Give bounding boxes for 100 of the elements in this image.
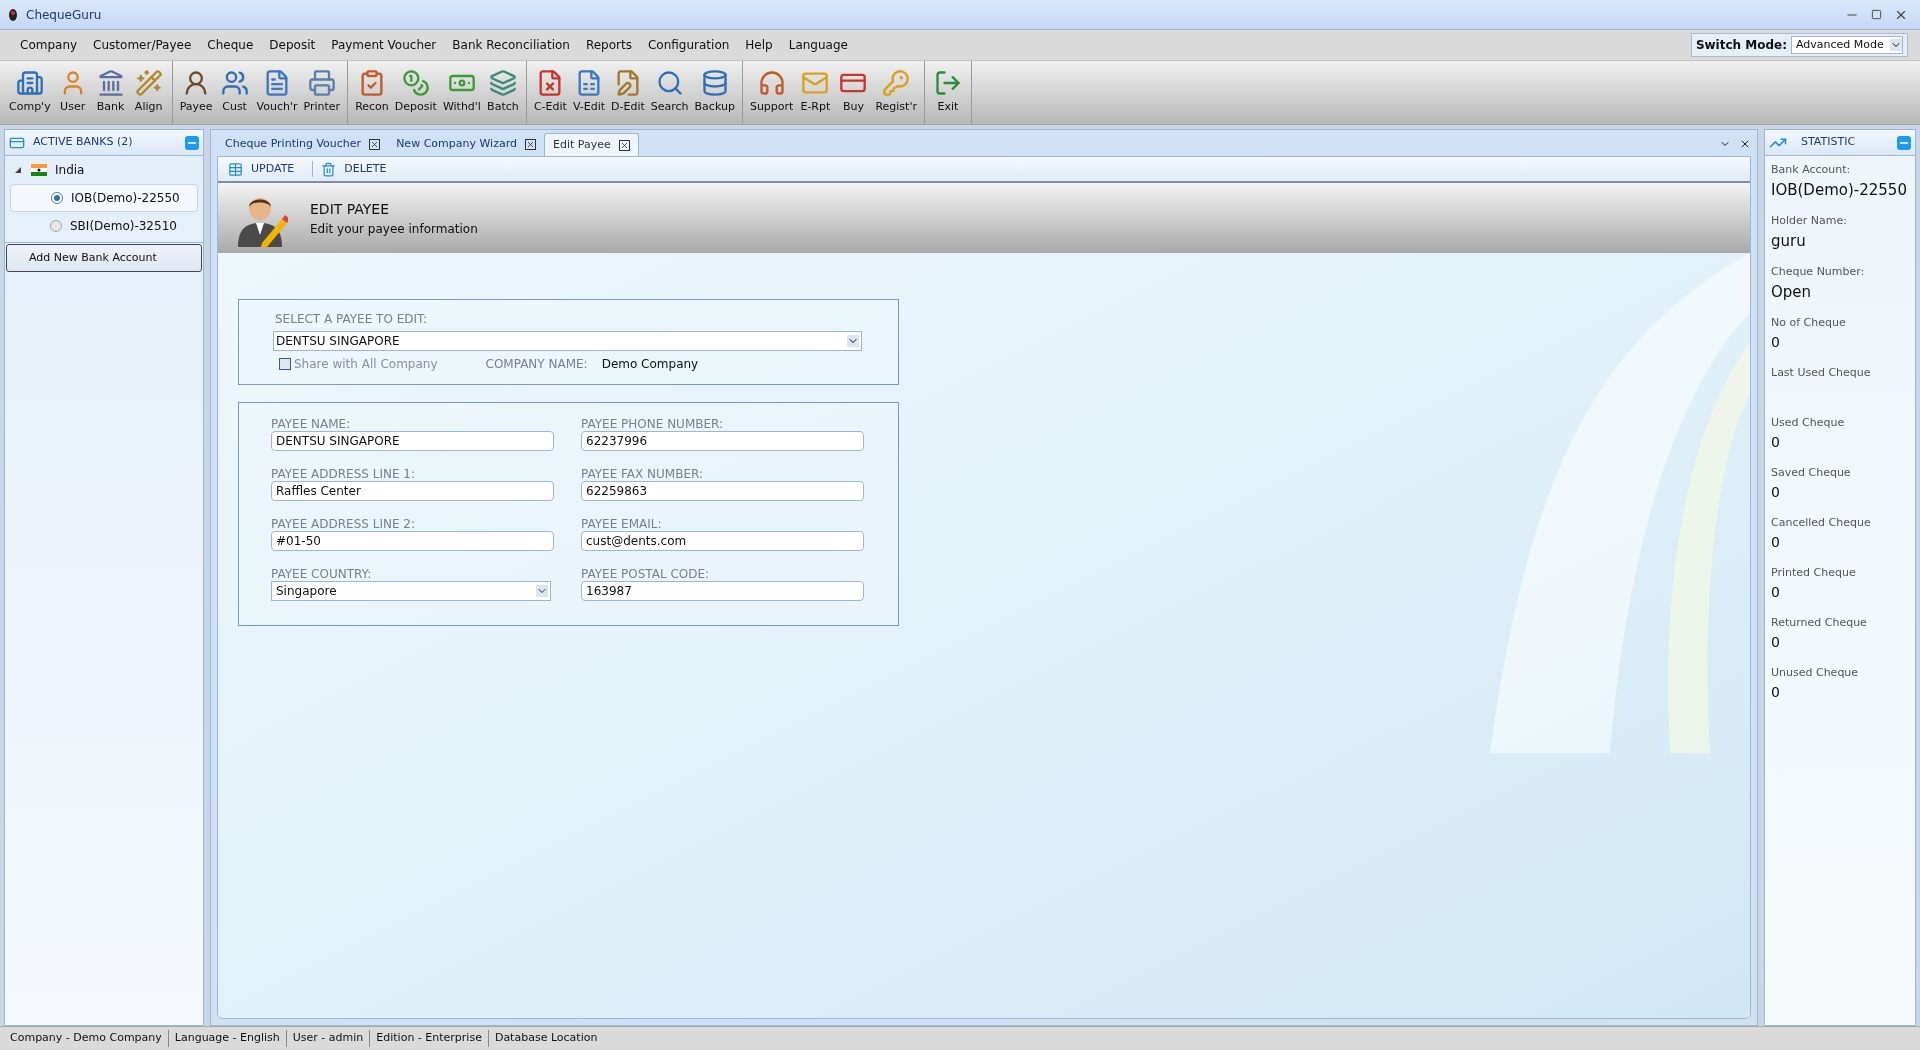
menu-item[interactable]: Help [737, 30, 781, 60]
field-label: PAYEE EMAIL: [581, 516, 663, 531]
status-item: Company - Demo Company [4, 1030, 169, 1047]
input-field[interactable]: DENTSU SINGAPORE [271, 431, 554, 451]
bank-account-item[interactable]: SBI(Demo)-32510 [10, 212, 198, 240]
toolbar-button[interactable]: Exit [928, 61, 967, 124]
field-label: PAYEE ADDRESS LINE 1: [271, 466, 416, 481]
field-label: PAYEE PHONE NUMBER: [581, 416, 725, 431]
switch-mode-label: Switch Mode: [1695, 37, 1787, 54]
stat-label: Holder Name: [1771, 213, 1848, 229]
field-label: PAYEE POSTAL CODE: [581, 566, 711, 581]
close-tab-icon[interactable] [525, 139, 536, 150]
toolbar-button[interactable]: User [53, 61, 92, 124]
document-tab[interactable]: New Company Wizard [388, 133, 544, 156]
menu-item[interactable]: Reports [577, 30, 640, 60]
toolbar-button[interactable]: Payee [176, 61, 216, 124]
toolbar-button[interactable]: Withd'l [439, 61, 484, 124]
stat-value: 0 [1771, 332, 1781, 352]
toolbar-button[interactable]: Vouch'r [253, 61, 301, 124]
stat-label: Last Used Cheque [1771, 365, 1872, 381]
collapse-button[interactable] [185, 135, 199, 150]
bank-icon [96, 69, 125, 98]
field-label: PAYEE NAME: [271, 416, 352, 431]
menu-item[interactable]: Payment Voucher [323, 30, 445, 60]
toolbar-button[interactable]: D-Edit [608, 61, 648, 124]
stat-label: Returned Cheque [1771, 615, 1868, 631]
tree-item[interactable]: India [55, 161, 85, 179]
country-dropdown[interactable]: Singapore [271, 581, 551, 601]
stat-label: No of Cheque [1771, 315, 1847, 331]
stat-label: Used Cheque [1771, 415, 1846, 431]
trash-icon [321, 161, 337, 177]
stat-label: Printed Cheque [1771, 565, 1857, 581]
coins-icon [401, 69, 430, 98]
flag-icon [31, 164, 47, 176]
toolbar-button[interactable]: Buy [834, 61, 873, 124]
status-item: User - admin [286, 1030, 371, 1047]
status-item: Edition - Enterprise [370, 1030, 489, 1047]
close-icon[interactable] [1739, 138, 1751, 150]
panel-title: ACTIVE BANKS (2) [33, 134, 134, 151]
page-title: EDIT PAYEE [310, 199, 391, 219]
input-field[interactable]: 163987 [581, 581, 864, 601]
document-tab[interactable]: Edit Payee [544, 133, 639, 156]
input-field[interactable]: 62237996 [581, 431, 864, 451]
collapse-button[interactable] [1897, 135, 1911, 150]
menu-item[interactable]: Configuration [639, 30, 738, 60]
add-bank-account-button[interactable]: Add New Bank Account [6, 244, 202, 272]
toolbar-button[interactable]: Regist'r [872, 61, 920, 124]
menu-item[interactable]: Deposit [261, 30, 324, 60]
page-subtitle: Edit your payee information [310, 220, 478, 238]
stat-label: Unused Cheque [1771, 665, 1860, 681]
close-tab-icon[interactable] [369, 139, 381, 150]
table-icon [228, 161, 243, 177]
input-field[interactable]: Raffles Center [271, 481, 554, 501]
mode-dropdown[interactable]: Advanced Mode [1791, 36, 1903, 54]
menu-item[interactable]: Bank Reconciliation [444, 30, 578, 60]
toolbar-button[interactable]: Search [647, 61, 692, 124]
expand-toggle[interactable] [13, 165, 23, 175]
menu-item[interactable]: Company [12, 30, 86, 60]
wand-icon [134, 69, 163, 98]
toolbar-button[interactable]: Batch [483, 61, 522, 124]
menu-item[interactable]: Language [780, 30, 856, 60]
action-button[interactable]: DELETE [312, 160, 391, 178]
field-label: PAYEE COUNTRY: [271, 566, 373, 581]
toolbar-button[interactable]: E-Rpt [796, 61, 835, 124]
toolbar-button[interactable]: Support [746, 61, 797, 124]
toolbar-button[interactable]: V-Edit [569, 61, 609, 124]
menu-item[interactable]: Customer/Payee [85, 30, 200, 60]
document-tab[interactable]: Cheque Printing Voucher [217, 133, 389, 156]
stat-value: IOB(Demo)-22550 [1771, 179, 1908, 201]
input-field[interactable]: #01-50 [271, 531, 554, 551]
toolbar-button[interactable]: Bank [91, 61, 130, 124]
toolbar-button[interactable]: C-Edit [530, 61, 570, 124]
stat-label: Cancelled Cheque [1771, 515, 1872, 531]
toolbar-button[interactable]: Backup [691, 61, 738, 124]
status-item: Language - English [168, 1030, 287, 1047]
input-field[interactable]: cust@dents.com [581, 531, 864, 551]
expanded-triangle-icon [14, 166, 22, 174]
toolbar-button[interactable]: Cust [215, 61, 254, 124]
window-title: ChequeGuru [26, 6, 102, 24]
field-label: PAYEE ADDRESS LINE 2: [271, 516, 416, 531]
maximize-icon[interactable] [1871, 9, 1882, 20]
company-name-label: COMPANY NAME: [485, 356, 588, 373]
key-icon [882, 69, 911, 98]
toolbar-button[interactable]: Align [129, 61, 168, 124]
stat-value: 0 [1771, 582, 1781, 602]
toolbar-button[interactable]: Comp'y [6, 61, 54, 124]
company-name-value: Demo Company [601, 356, 699, 373]
menu-item[interactable]: Cheque [199, 30, 262, 60]
stat-value: Open [1771, 281, 1813, 303]
stat-label: Cheque Number: [1771, 264, 1866, 280]
action-button[interactable]: UPDATE [224, 160, 299, 178]
close-tab-icon[interactable] [618, 139, 630, 151]
bank-account-item[interactable]: IOB(Demo)-22550 [10, 184, 198, 212]
payee-dropdown[interactable]: DENTSU SINGAPORE [273, 331, 862, 351]
app-icon [8, 7, 18, 22]
stat-value: 0 [1771, 482, 1781, 502]
input-field[interactable]: 62259863 [581, 481, 864, 501]
toolbar-button[interactable]: Recon [352, 61, 392, 124]
toolbar-button[interactable]: Printer [300, 61, 344, 124]
toolbar-button[interactable]: Deposit [391, 61, 440, 124]
